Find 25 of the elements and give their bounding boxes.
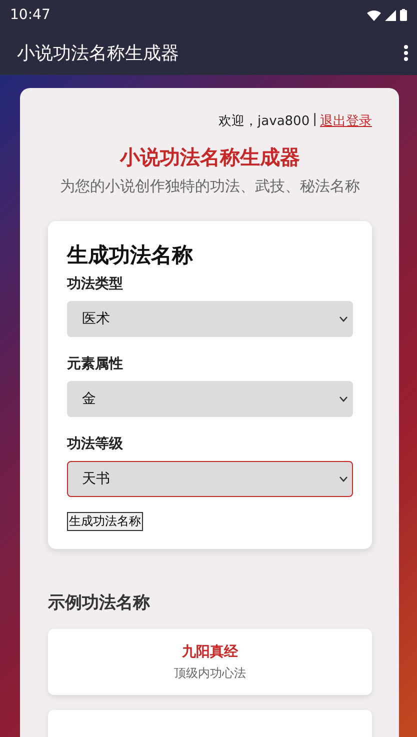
status-time: 10:47 (10, 7, 50, 23)
select-field[interactable]: 天书 (67, 461, 353, 497)
chevron-icon (339, 316, 348, 322)
example-description: 顶级内功心法 (174, 664, 246, 682)
form-title: 生成功法名称 (67, 242, 194, 269)
welcome-text: 欢迎，java800 (218, 113, 310, 130)
logout-link[interactable]: 退出登录 (320, 112, 372, 130)
generate-button[interactable]: 生成功法名称 (67, 512, 143, 531)
battery-icon (400, 9, 407, 21)
select-field[interactable]: 金 (67, 381, 353, 417)
page-title: 小说功法名称生成器 (118, 144, 301, 171)
chevron-icon (339, 396, 348, 402)
app-title: 小说功法名称生成器 (17, 42, 179, 64)
wifi-icon (367, 10, 381, 20)
section-title: 示例功法名称 (48, 592, 151, 614)
more-menu-icon[interactable] (403, 44, 409, 62)
field-label: 功法类型 (67, 275, 124, 293)
page-subtitle: 为您的小说创作独特的功法、武技、秘法名称 (59, 179, 361, 194)
signal-icon (385, 10, 396, 20)
field-label: 功法等级 (67, 435, 124, 453)
field-label: 元素属性 (67, 355, 124, 373)
chevron-icon (339, 476, 348, 482)
example-name: 九阳真经 (182, 642, 238, 660)
separator: | (312, 112, 317, 129)
select-field[interactable]: 医术 (67, 301, 353, 337)
